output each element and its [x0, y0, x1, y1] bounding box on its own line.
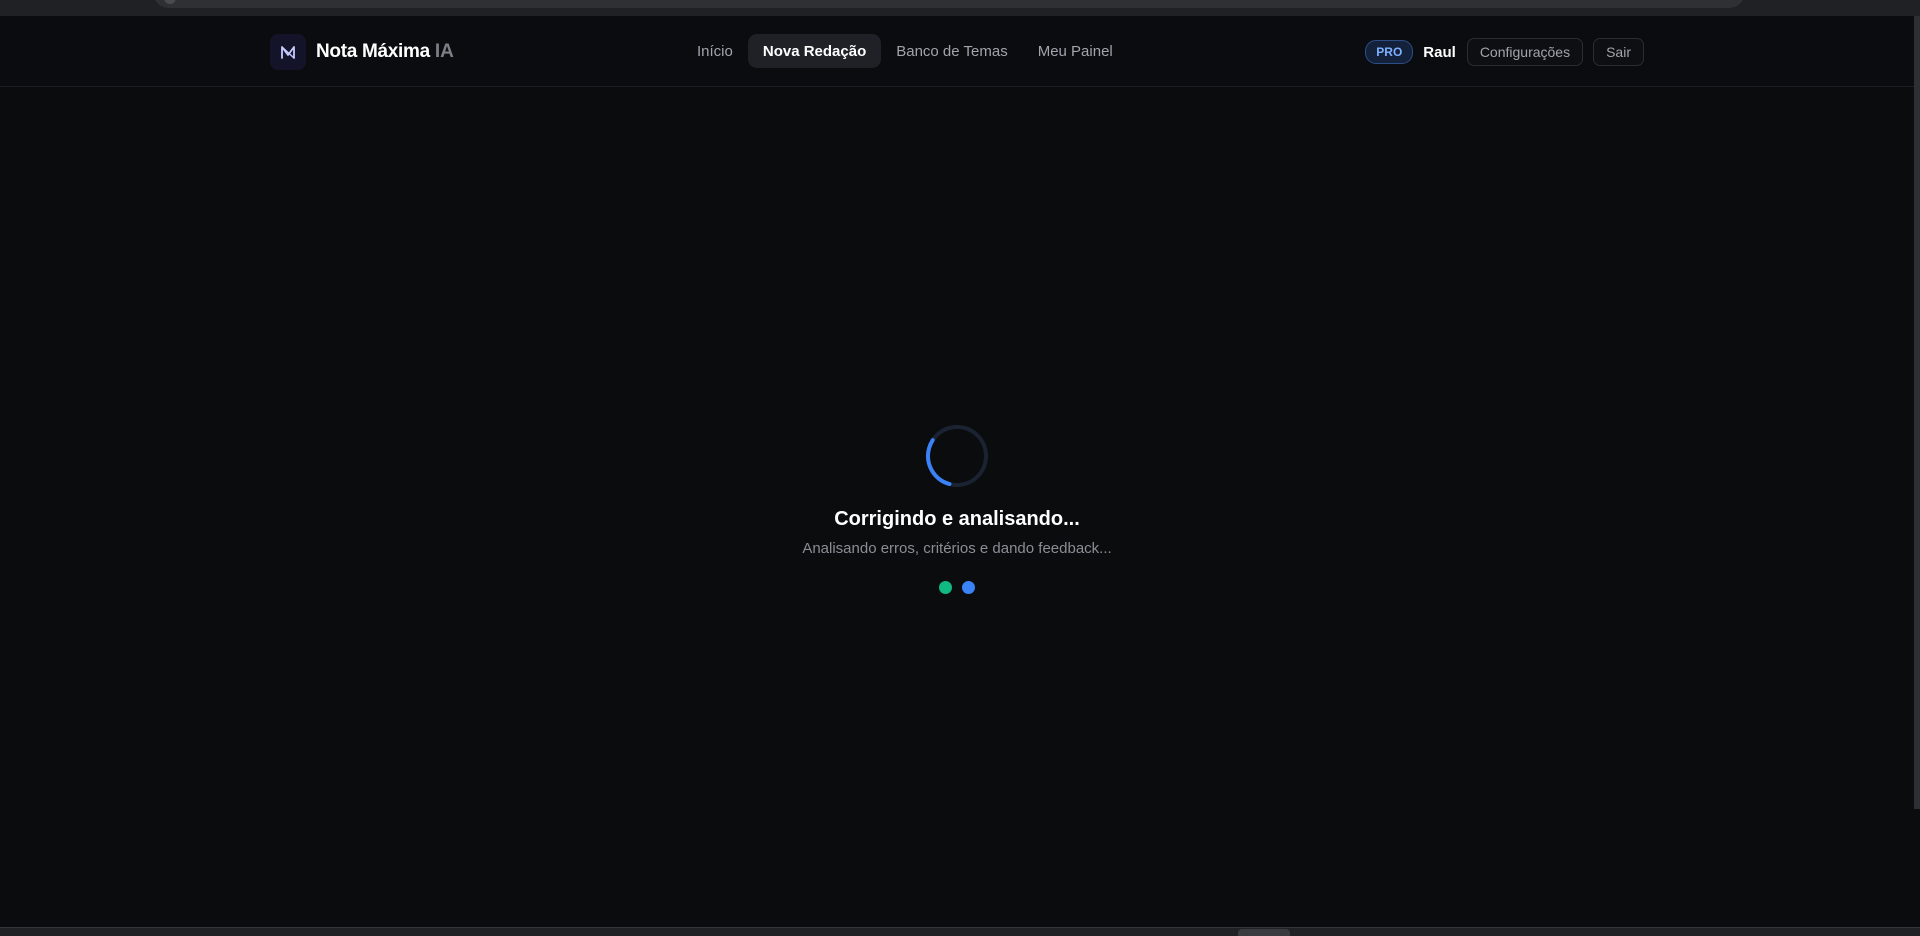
taskbar [0, 927, 1920, 936]
loading-state: Corrigindo e analisando... Analisando er… [0, 0, 1914, 936]
app-viewport: Nota Máxima IA Início Nova Redação Banco… [0, 0, 1920, 936]
taskbar-item[interactable] [1238, 929, 1290, 936]
spinner-arc [926, 425, 988, 487]
loading-dot-green [939, 581, 952, 594]
loading-subtitle: Analisando erros, critérios e dando feed… [802, 540, 1112, 557]
loading-title: Corrigindo e analisando... [834, 508, 1080, 530]
loading-spinner-icon [926, 425, 988, 487]
page-scrollbar[interactable] [1914, 16, 1920, 809]
loading-dots [939, 581, 985, 594]
loading-dot-blue [962, 581, 975, 594]
